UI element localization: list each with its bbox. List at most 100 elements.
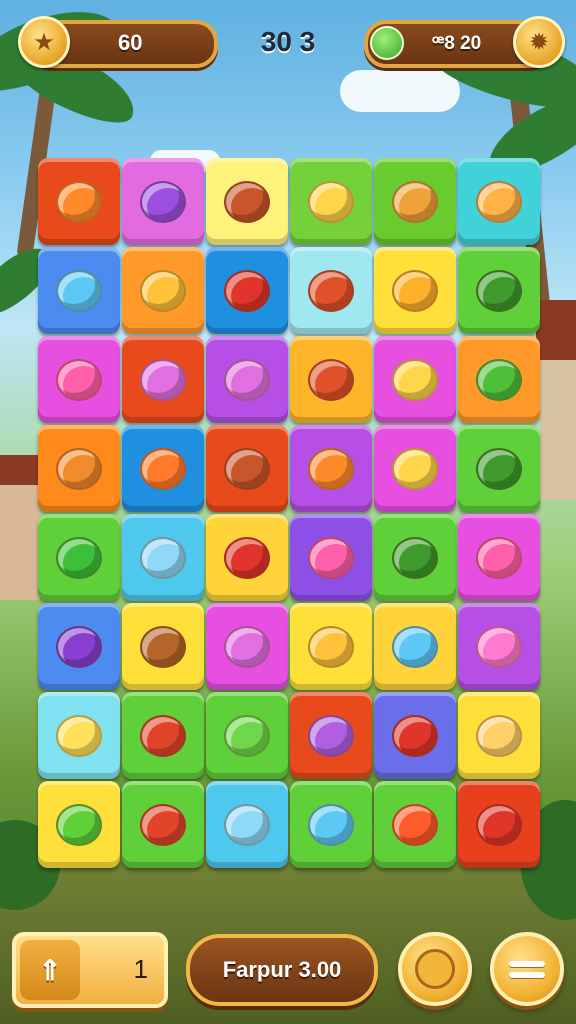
tile-r8-c5[interactable] [374, 781, 456, 868]
apple-icon [224, 536, 270, 579]
cocoon-icon [56, 803, 102, 846]
tile-r5-c2[interactable] [122, 514, 204, 601]
tile-r6-c5[interactable] [374, 603, 456, 690]
right-counter-value: ꟹ8 20 [432, 33, 482, 54]
nut-icon [392, 536, 438, 579]
tile-r2-c3[interactable] [206, 247, 288, 334]
tile-r1-c4[interactable] [290, 158, 372, 245]
carrot-icon [392, 714, 438, 757]
menu-icon[interactable] [490, 932, 564, 1006]
tile-r8-c4[interactable] [290, 781, 372, 868]
tile-r1-c6[interactable] [458, 158, 540, 245]
orange-icon [392, 269, 438, 312]
tile-r3-c1[interactable] [38, 336, 120, 423]
leaf-icon [56, 269, 102, 312]
cracker-icon [308, 714, 354, 757]
tile-r4-c2[interactable] [122, 425, 204, 512]
center-action-button[interactable]: Farpur 3.00 [186, 934, 378, 1006]
tile-r7-c6[interactable] [458, 692, 540, 779]
house-roof [536, 300, 576, 360]
tile-r7-c1[interactable] [38, 692, 120, 779]
tile-r4-c3[interactable] [206, 425, 288, 512]
nut-icon [476, 269, 522, 312]
chest-icon [224, 447, 270, 490]
tile-r8-c6[interactable] [458, 781, 540, 868]
tile-r3-c4[interactable] [290, 336, 372, 423]
egg-icon [224, 625, 270, 668]
cocoon-icon [56, 536, 102, 579]
onion-icon [140, 358, 186, 401]
tile-r4-c4[interactable] [290, 425, 372, 512]
tile-r6-c2[interactable] [122, 603, 204, 690]
tile-r5-c3[interactable] [206, 514, 288, 601]
tile-r5-c4[interactable] [290, 514, 372, 601]
tile-r7-c3[interactable] [206, 692, 288, 779]
tile-r1-c5[interactable] [374, 158, 456, 245]
pinecone-icon [140, 625, 186, 668]
tile-r8-c1[interactable] [38, 781, 120, 868]
tile-r6-c1[interactable] [38, 603, 120, 690]
carrot-icon [392, 180, 438, 223]
tile-r7-c2[interactable] [122, 692, 204, 779]
sun-icon[interactable]: ✹ [513, 16, 565, 68]
leaf-icon [224, 714, 270, 757]
heart-icon [392, 803, 438, 846]
key-icon [308, 269, 354, 312]
tile-r3-c5[interactable] [374, 336, 456, 423]
tile-r2-c4[interactable] [290, 247, 372, 334]
pepper-icon [140, 714, 186, 757]
tile-r7-c5[interactable] [374, 692, 456, 779]
star-icon [476, 714, 522, 757]
bean-icon [308, 625, 354, 668]
heart-icon [140, 269, 186, 312]
rocket-icon [308, 358, 354, 401]
apple-icon [224, 269, 270, 312]
moves-panel[interactable]: ⇑ 1 [12, 932, 168, 1008]
lemon-icon [224, 803, 270, 846]
pencil-icon [308, 180, 354, 223]
tile-r8-c3[interactable] [206, 781, 288, 868]
nut-icon [476, 447, 522, 490]
tile-r8-c2[interactable] [122, 781, 204, 868]
leaf-icon [392, 625, 438, 668]
house [0, 470, 40, 600]
tile-r6-c4[interactable] [290, 603, 372, 690]
tile-r5-c1[interactable] [38, 514, 120, 601]
tile-r5-c6[interactable] [458, 514, 540, 601]
tile-r6-c6[interactable] [458, 603, 540, 690]
cloud [340, 70, 460, 112]
flask-icon [476, 180, 522, 223]
tile-r2-c5[interactable] [374, 247, 456, 334]
tile-r4-c5[interactable] [374, 425, 456, 512]
bean-icon [392, 447, 438, 490]
tile-r5-c5[interactable] [374, 514, 456, 601]
tile-r3-c3[interactable] [206, 336, 288, 423]
tile-r1-c2[interactable] [122, 158, 204, 245]
tile-r3-c2[interactable] [122, 336, 204, 423]
donut-icon [56, 447, 102, 490]
tile-r4-c6[interactable] [458, 425, 540, 512]
lion-icon[interactable] [398, 932, 472, 1006]
tile-r2-c1[interactable] [38, 247, 120, 334]
map-icon: ⇑ [20, 940, 80, 1000]
tile-r1-c1[interactable] [38, 158, 120, 245]
match-board [38, 158, 540, 870]
tile-r2-c6[interactable] [458, 247, 540, 334]
bean-icon [140, 536, 186, 579]
tile-r3-c6[interactable] [458, 336, 540, 423]
cracker-icon [308, 447, 354, 490]
tile-r4-c1[interactable] [38, 425, 120, 512]
lime-icon [476, 358, 522, 401]
tile-r2-c2[interactable] [122, 247, 204, 334]
bean-icon [392, 358, 438, 401]
plus-icon[interactable] [370, 26, 404, 60]
tile-r6-c3[interactable] [206, 603, 288, 690]
tile-r7-c4[interactable] [290, 692, 372, 779]
tile-r1-c3[interactable] [206, 158, 288, 245]
drop-icon [140, 447, 186, 490]
bean-icon [308, 803, 354, 846]
gear-icon [140, 180, 186, 223]
moves-value: 1 [133, 954, 148, 984]
balloon-icon [476, 803, 522, 846]
bug-icon [224, 180, 270, 223]
